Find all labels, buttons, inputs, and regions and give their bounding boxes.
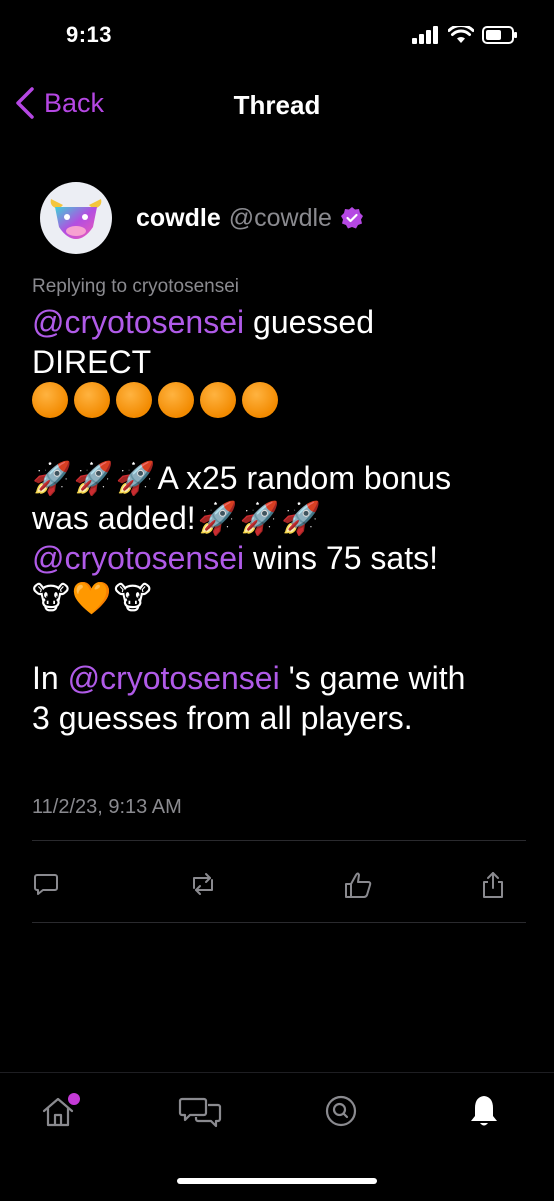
author-name: cowdle	[136, 203, 221, 232]
orange-circle-icon	[116, 382, 152, 418]
tab-notifications[interactable]	[468, 1093, 500, 1134]
post: cowdle @cowdle Replying to cryotosensei …	[32, 180, 526, 738]
search-icon	[325, 1095, 357, 1127]
like-button[interactable]	[342, 870, 374, 905]
orange-circles-row	[32, 382, 526, 418]
cow-logo-icon	[50, 199, 102, 239]
battery-icon	[482, 26, 517, 44]
thumbs-up-icon	[345, 872, 372, 898]
tab-home[interactable]	[40, 1093, 80, 1134]
divider	[32, 922, 526, 923]
home-indicator	[177, 1178, 377, 1184]
mention-link[interactable]: @cryotosensei	[32, 304, 244, 340]
tab-messages[interactable]	[178, 1093, 222, 1134]
chat-bubbles-icon	[178, 1097, 222, 1128]
comment-icon	[34, 874, 58, 895]
share-button[interactable]	[480, 870, 506, 905]
rocket-icon: 🚀	[32, 460, 72, 496]
rocket-icon: 🚀	[115, 460, 156, 496]
game-text: 's game with	[279, 660, 466, 696]
game-line: In @cryotosensei 's game with	[32, 658, 526, 698]
verified-badge-icon	[340, 207, 363, 229]
bonus-line-2: was added! 🚀 🚀 🚀	[32, 498, 526, 538]
orange-heart-icon: 🧡	[71, 580, 112, 616]
win-line: @cryotosensei wins 75 sats!	[32, 538, 526, 578]
body-line-1: @cryotosensei guessed	[32, 302, 526, 342]
post-body: @cryotosensei guessed DIRECT 🚀 🚀 🚀 A x25 r…	[32, 302, 526, 738]
status-time: 9:13	[66, 22, 113, 47]
rocket-icon: 🚀	[239, 500, 280, 536]
page-title: Thread	[233, 90, 321, 120]
reply-button[interactable]	[32, 870, 60, 903]
mention-link[interactable]: @cryotosensei	[32, 540, 244, 576]
bonus-text-2: was added!	[32, 500, 196, 536]
orange-circle-icon	[200, 382, 236, 418]
game-prefix: In	[32, 660, 68, 696]
notification-dot	[68, 1093, 80, 1105]
orange-circle-icon	[32, 382, 68, 418]
action-bar	[32, 862, 526, 906]
mention-link[interactable]: @cryotosensei	[68, 660, 280, 696]
body-line-2: DIRECT	[32, 344, 152, 380]
cow-emoji-row: 🐮 🧡 🐮	[32, 578, 526, 618]
bell-icon	[471, 1096, 497, 1126]
nav-bar: Back Thread	[0, 78, 554, 134]
body-text: guessed	[244, 304, 374, 340]
orange-circle-icon	[74, 382, 110, 418]
orange-circle-icon	[158, 382, 194, 418]
game-line-2: 3 guesses from all players.	[32, 700, 413, 736]
win-text: wins 75 sats!	[244, 540, 438, 576]
cow-face-icon: 🐮	[32, 580, 70, 616]
status-bar: 9:13	[0, 0, 554, 70]
author-info[interactable]: cowdle @cowdle	[136, 204, 364, 233]
status-icons	[412, 26, 518, 44]
reply-to-label: Replying to cryotosensei	[32, 276, 239, 297]
post-timestamp: 11/2/23, 9:13 AM	[32, 796, 182, 818]
repost-button[interactable]	[188, 870, 218, 903]
author-row: cowdle @cowdle	[32, 180, 526, 256]
avatar[interactable]	[40, 182, 112, 254]
share-icon	[483, 872, 503, 898]
signal-icon	[412, 26, 438, 44]
author-handle: @cowdle	[228, 203, 332, 232]
bonus-text: A x25 random bonus	[157, 460, 452, 496]
wifi-icon	[448, 26, 474, 43]
bonus-line-1: 🚀 🚀 🚀 A x25 random bonus	[32, 458, 526, 498]
divider	[32, 840, 526, 841]
cow-face-icon: 🐮	[113, 580, 152, 616]
tab-search[interactable]	[324, 1093, 358, 1134]
orange-circle-icon	[242, 382, 278, 418]
rocket-icon: 🚀	[73, 460, 114, 496]
rocket-icon: 🚀	[281, 500, 322, 536]
repost-icon	[193, 873, 213, 895]
rocket-icon: 🚀	[197, 500, 238, 536]
